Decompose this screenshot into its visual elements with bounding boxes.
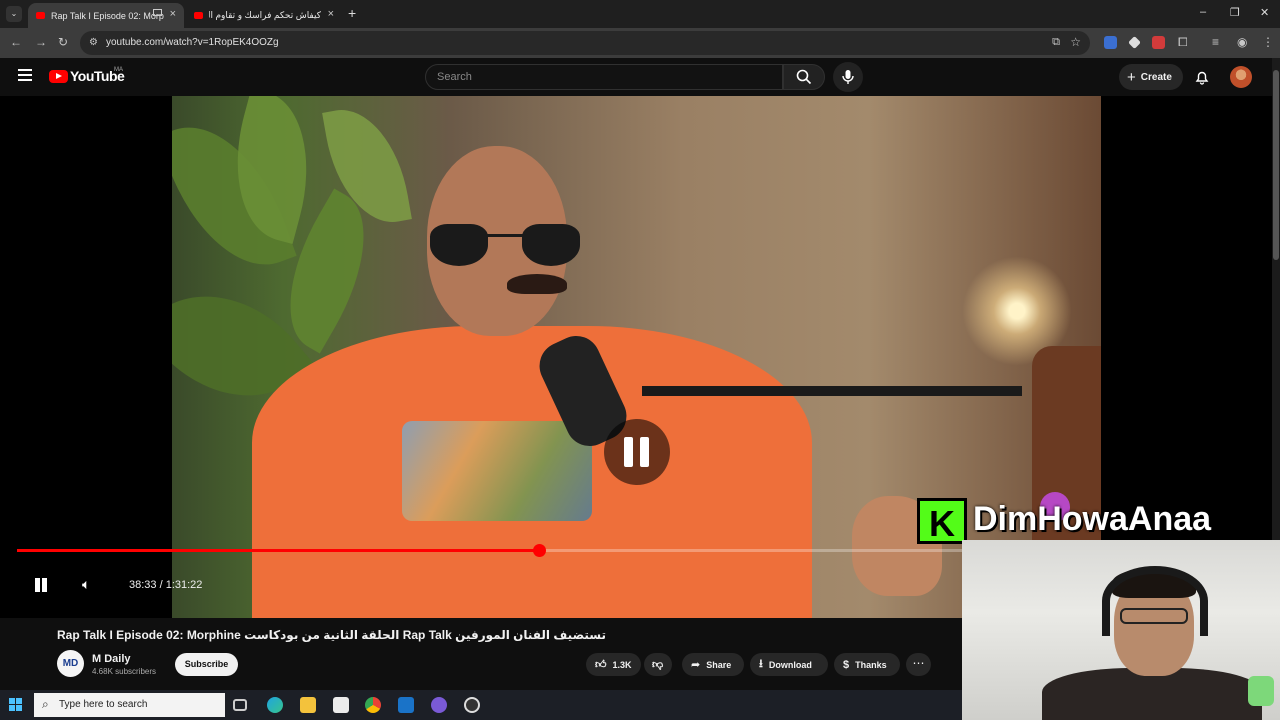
windows-icon[interactable] bbox=[9, 698, 23, 712]
shirt-print bbox=[402, 421, 592, 521]
youtube-header: YouTube MA Search + Create bbox=[0, 58, 1272, 96]
close-tab-icon[interactable]: × bbox=[170, 8, 176, 20]
address-bar[interactable]: ⚙ youtube.com/watch?v=1RopEK4OOZg ⧉ ☆ bbox=[80, 31, 1090, 55]
mic-icon bbox=[842, 70, 854, 84]
subscribe-button[interactable]: Subscribe bbox=[175, 653, 238, 676]
create-label: Create bbox=[1140, 71, 1172, 83]
center-pause-icon[interactable] bbox=[604, 419, 670, 485]
obs-icon[interactable] bbox=[464, 697, 480, 713]
dislike-icon: 👎︎ bbox=[652, 659, 664, 671]
media-queue-icon[interactable]: ≡ bbox=[1212, 35, 1219, 49]
tab-list-dropdown-icon[interactable]: ⌄ bbox=[6, 6, 22, 22]
profile-icon[interactable]: ◉ bbox=[1237, 35, 1247, 49]
site-info-icon[interactable]: ⚙ bbox=[89, 37, 98, 48]
dislike-button[interactable]: 👎︎ bbox=[644, 653, 672, 676]
progress-scrubber[interactable] bbox=[533, 544, 546, 557]
youtube-favicon-icon bbox=[36, 12, 45, 19]
share-icon: ➦ bbox=[691, 659, 701, 671]
share-label: Share bbox=[706, 659, 732, 670]
tab-title: كيفاش تحكم فراسك و تقاوم الشو... bbox=[209, 10, 321, 20]
menu-icon[interactable] bbox=[18, 69, 32, 81]
like-icon: 👍︎ bbox=[595, 659, 607, 671]
youtube-favicon-icon bbox=[194, 12, 203, 19]
chrome-icon[interactable] bbox=[365, 697, 381, 713]
search-placeholder: Search bbox=[437, 71, 472, 83]
sunglasses bbox=[430, 224, 590, 268]
channel-name[interactable]: M Daily bbox=[92, 653, 131, 665]
task-view-icon[interactable] bbox=[233, 699, 247, 711]
search-button[interactable] bbox=[783, 64, 825, 90]
share-button[interactable]: ➦ Share bbox=[682, 653, 744, 676]
bookmark-star-icon[interactable]: ☆ bbox=[1070, 35, 1081, 49]
browser-toolbar: ← → ↻ ⚙ youtube.com/watch?v=1RopEK4OOZg … bbox=[0, 28, 1280, 58]
account-avatar[interactable] bbox=[1230, 66, 1252, 88]
url-text: youtube.com/watch?v=1RopEK4OOZg bbox=[106, 37, 279, 48]
webcam-glasses bbox=[1120, 608, 1188, 624]
tab-media-icon bbox=[153, 9, 162, 16]
thanks-button[interactable]: $ Thanks bbox=[834, 653, 900, 676]
search-icon bbox=[796, 69, 812, 85]
channel-avatar[interactable]: MD bbox=[57, 650, 84, 677]
close-tab-icon[interactable]: × bbox=[328, 8, 334, 20]
red-extension-icon[interactable] bbox=[1152, 36, 1165, 49]
close-window-icon[interactable]: ✕ bbox=[1260, 6, 1269, 19]
windows-taskbar: ⌕ Type here to search bbox=[0, 690, 962, 720]
download-label: Download bbox=[768, 659, 812, 670]
mic-arm bbox=[642, 386, 1022, 396]
file-explorer-icon[interactable] bbox=[300, 697, 316, 713]
voice-search-button[interactable] bbox=[833, 62, 863, 92]
maximize-icon[interactable]: ❐ bbox=[1230, 6, 1240, 19]
taskbar-search-placeholder: Type here to search bbox=[59, 699, 148, 710]
back-icon[interactable]: ← bbox=[10, 35, 22, 49]
edge-icon[interactable] bbox=[267, 697, 283, 713]
translate-extension-icon[interactable] bbox=[1104, 36, 1117, 49]
browser-tab-active[interactable]: Rap Talk I Episode 02: Morp × bbox=[28, 3, 184, 28]
webcam-overlay bbox=[962, 540, 1280, 720]
browser-menu-icon[interactable]: ⋮ bbox=[1262, 35, 1274, 49]
streamer-overlay: K DimHowaAnaa bbox=[917, 498, 1272, 544]
thanks-icon: $ bbox=[843, 658, 850, 671]
like-count: 1.3K bbox=[612, 659, 632, 670]
create-button[interactable]: + Create bbox=[1119, 64, 1183, 90]
new-tab-button[interactable]: + bbox=[348, 5, 356, 21]
minimize-icon[interactable]: – bbox=[1200, 6, 1206, 18]
like-button[interactable]: 👍︎ 1.3K bbox=[586, 653, 641, 676]
browser-tab-bar: ⌄ Rap Talk I Episode 02: Morp × كيفاش تح… bbox=[0, 0, 1280, 28]
taskbar-search-box[interactable]: ⌕ Type here to search bbox=[34, 693, 225, 717]
country-code: MA bbox=[114, 67, 123, 73]
outlook-icon[interactable] bbox=[398, 697, 414, 713]
extensions-puzzle-icon[interactable]: ⧠ bbox=[1178, 35, 1188, 50]
store-icon[interactable] bbox=[333, 697, 349, 713]
more-actions-button[interactable]: ⋯ bbox=[906, 653, 931, 676]
reload-icon[interactable]: ↻ bbox=[58, 35, 68, 49]
corner-emote-icon bbox=[1248, 676, 1274, 706]
progress-fill bbox=[17, 549, 539, 552]
download-button[interactable]: ⭳ Download bbox=[750, 653, 828, 676]
browser-tab[interactable]: كيفاش تحكم فراسك و تقاوم الشو... × bbox=[186, 3, 342, 28]
scrollbar-thumb[interactable] bbox=[1273, 70, 1279, 260]
streamer-name: DimHowaAnaa bbox=[973, 500, 1212, 538]
discord-icon[interactable] bbox=[431, 697, 447, 713]
headset bbox=[1102, 566, 1208, 636]
download-icon: ⭳ bbox=[759, 658, 763, 670]
diamond-extension-icon[interactable] bbox=[1128, 36, 1141, 49]
kick-logo: K bbox=[917, 498, 967, 544]
tab-title: Rap Talk I Episode 02: Morp bbox=[51, 10, 164, 21]
time-display: 38:33 / 1:31:22 bbox=[129, 579, 203, 591]
plus-icon: + bbox=[1127, 68, 1136, 86]
forward-icon[interactable]: → bbox=[35, 35, 47, 49]
more-icon: ⋯ bbox=[912, 656, 925, 670]
bell-icon[interactable] bbox=[1194, 69, 1210, 85]
video-title: Rap Talk I Episode 02: Morphine الحلقة ا… bbox=[57, 628, 607, 642]
search-input[interactable]: Search bbox=[425, 64, 783, 90]
taskbar-search-icon: ⌕ bbox=[42, 697, 49, 711]
youtube-logo-icon bbox=[49, 70, 68, 83]
pause-icon[interactable] bbox=[32, 576, 50, 594]
install-app-icon[interactable]: ⧉ bbox=[1052, 36, 1060, 49]
subscriber-count: 4.68K subscribers bbox=[92, 667, 157, 676]
volume-icon[interactable]: 🔈︎ bbox=[82, 576, 90, 593]
thanks-label: Thanks bbox=[855, 659, 887, 670]
mustache bbox=[507, 274, 567, 294]
